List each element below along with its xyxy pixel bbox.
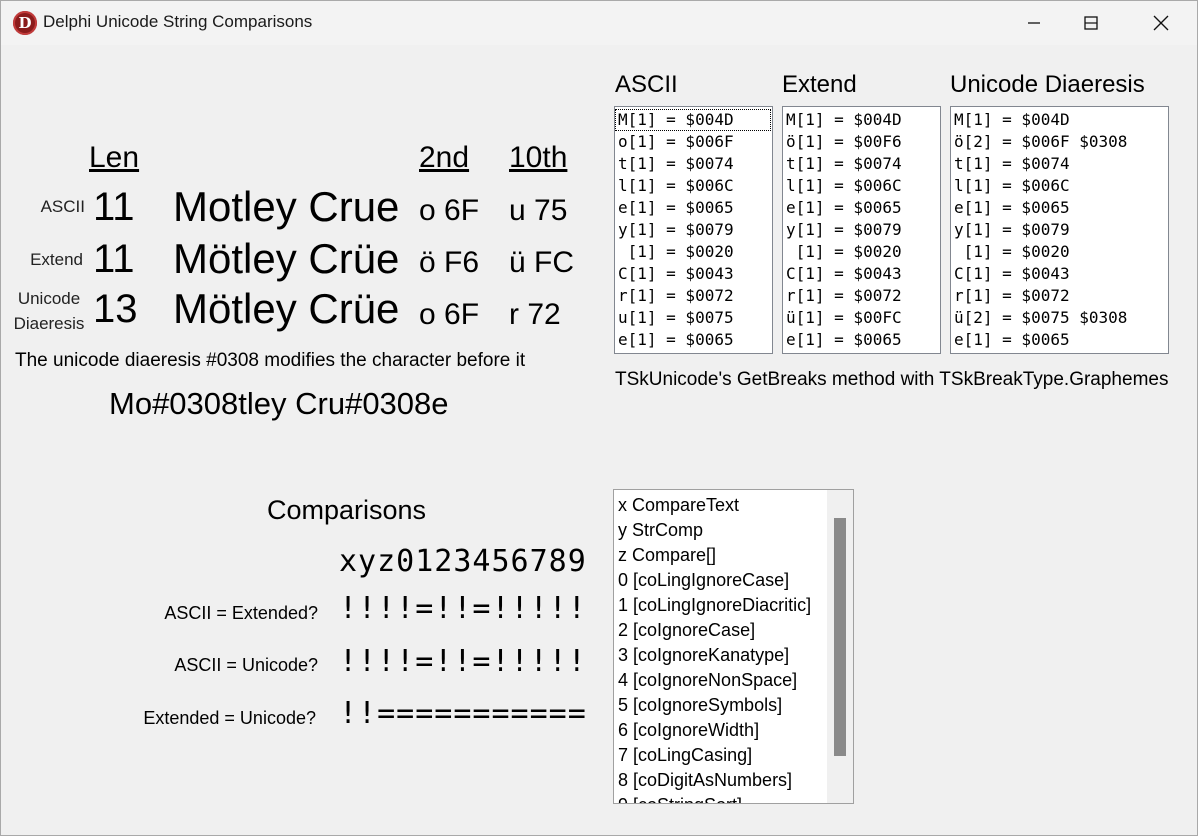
unicode-list-title: Unicode Diaeresis (950, 71, 1145, 98)
second-unicode: o 6F (419, 298, 480, 331)
cmp-label-ascii-extended: ASCII = Extended? (164, 603, 318, 623)
list-item[interactable]: l[1] = $006C (783, 175, 940, 197)
list-item[interactable]: t[1] = $0074 (783, 153, 940, 175)
header-len: Len (89, 141, 140, 174)
list-item[interactable]: e[1] = $0065 (615, 329, 772, 351)
list-item[interactable]: [1] = $0020 (615, 241, 772, 263)
list-item[interactable]: M[1] = $004D (783, 109, 940, 131)
cmp-label-extended-unicode: Extended = Unicode? (143, 708, 316, 728)
list-item[interactable]: C[1] = $0043 (951, 263, 1168, 285)
comparison-legend-listbox[interactable]: x CompareText y StrComp z Compare[] 0 [c… (613, 489, 854, 804)
maximize-icon (1084, 16, 1098, 30)
legend-item[interactable]: z Compare[] (614, 543, 853, 568)
tenth-unicode: r 72 (509, 298, 561, 331)
unicode-listbox[interactable]: M[1] = $004D ö[2] = $006F $0308 t[1] = $… (950, 106, 1169, 354)
extend-list-title: Extend (782, 71, 857, 98)
list-item[interactable]: y[1] = $0079 (783, 219, 940, 241)
legend-item[interactable]: 1 [coLingIgnoreDiacritic] (614, 593, 853, 618)
legend-item[interactable]: 8 [coDigitAsNumbers] (614, 768, 853, 793)
extend-listbox[interactable]: M[1] = $004D ö[1] = $00F6 t[1] = $0074 l… (782, 106, 941, 354)
list-item[interactable]: t[1] = $0074 (615, 153, 772, 175)
len-unicode: 13 (93, 287, 138, 331)
tenth-ascii: u 75 (509, 194, 568, 227)
list-item[interactable]: y[1] = $0079 (951, 219, 1168, 241)
delphi-logo-icon: D (13, 11, 37, 35)
list-item[interactable]: e[1] = $0065 (951, 197, 1168, 219)
scrollbar-thumb[interactable] (834, 518, 846, 756)
list-item[interactable]: u[1] = $0075 (615, 307, 772, 329)
legend-item[interactable]: 4 [coIgnoreNonSpace] (614, 668, 853, 693)
text-unicode: Mötley Crüe (173, 285, 400, 332)
list-item[interactable]: [1] = $0020 (951, 241, 1168, 263)
legend-item[interactable]: 0 [coLingIgnoreCase] (614, 568, 853, 593)
cmp-value-ascii-unicode: !!!!=!!=!!!!! (339, 644, 587, 679)
combined-string: Mo#0308tley Cru#0308e (109, 386, 449, 421)
second-extend: ö F6 (419, 246, 480, 279)
list-item[interactable]: o[1] = $006F (615, 131, 772, 153)
len-extend: 11 (93, 237, 135, 281)
legend-item[interactable]: 7 [coLingCasing] (614, 743, 853, 768)
cmp-value-extended-unicode: !!=========== (339, 696, 587, 731)
list-item[interactable]: y[1] = $0079 (615, 219, 772, 241)
second-ascii: o 6F (419, 194, 480, 227)
list-item[interactable]: ö[1] = $00F6 (783, 131, 940, 153)
row-label-unicode-line1: Unicode (17, 289, 81, 308)
header-2nd: 2nd (419, 141, 470, 174)
graphemes-note: TSkUnicode's GetBreaks method with TSkBr… (615, 369, 1169, 390)
list-item[interactable]: M[1] = $004D (615, 109, 771, 131)
list-item[interactable]: e[1] = $0065 (783, 329, 940, 351)
legend-item[interactable]: 3 [coIgnoreKanatype] (614, 643, 853, 668)
row-label-extend: Extend (30, 250, 83, 269)
tenth-extend: ü FC (509, 246, 575, 279)
legend-item[interactable]: 9 [coStringSort] (614, 793, 853, 803)
legend-item[interactable]: y StrComp (614, 518, 853, 543)
legend-scrollbar[interactable] (827, 490, 853, 803)
list-item[interactable]: t[1] = $0074 (951, 153, 1168, 175)
list-item[interactable]: ö[2] = $006F $0308 (951, 131, 1168, 153)
legend-item[interactable]: 6 [coIgnoreWidth] (614, 718, 853, 743)
window-title: Delphi Unicode String Comparisons (43, 12, 313, 31)
legend-item[interactable]: x CompareText (614, 493, 853, 518)
list-item[interactable]: e[1] = $0065 (951, 329, 1168, 351)
legend-item[interactable]: 5 [coIgnoreSymbols] (614, 693, 853, 718)
text-extend: Mötley Crüe (173, 235, 400, 282)
list-item[interactable]: r[1] = $0072 (951, 285, 1168, 307)
row-label-unicode-line2: Diaeresis (13, 314, 85, 333)
list-item[interactable]: [1] = $0020 (783, 241, 940, 263)
list-item[interactable]: ü[1] = $00FC (783, 307, 940, 329)
minimize-icon (1028, 22, 1040, 24)
text-ascii: Motley Crue (173, 183, 400, 230)
maximize-button[interactable] (1056, 1, 1126, 45)
list-item[interactable]: e[1] = $0065 (783, 197, 940, 219)
comparisons-title: Comparisons (267, 495, 427, 525)
close-button[interactable] (1126, 1, 1196, 45)
list-item[interactable]: ü[2] = $0075 $0308 (951, 307, 1168, 329)
list-item[interactable]: C[1] = $0043 (783, 263, 940, 285)
diaeresis-note: The unicode diaeresis #0308 modifies the… (15, 350, 526, 371)
row-label-ascii: ASCII (40, 197, 85, 216)
main-window: D Delphi Unicode String Comparisons Len … (0, 0, 1198, 836)
list-item[interactable]: l[1] = $006C (951, 175, 1168, 197)
header-10th: 10th (509, 141, 568, 174)
list-item[interactable]: C[1] = $0043 (615, 263, 772, 285)
legend-item[interactable]: 2 [coIgnoreCase] (614, 618, 853, 643)
list-item[interactable]: e[1] = $0065 (615, 197, 772, 219)
list-item[interactable]: r[1] = $0072 (615, 285, 772, 307)
list-item[interactable]: M[1] = $004D (951, 109, 1168, 131)
comparisons-header: xyz0123456789 (339, 544, 587, 579)
ascii-listbox[interactable]: M[1] = $004D o[1] = $006F t[1] = $0074 l… (614, 106, 773, 354)
ascii-list-title: ASCII (615, 71, 678, 98)
list-item[interactable]: r[1] = $0072 (783, 285, 940, 307)
cmp-value-ascii-extended: !!!!=!!=!!!!! (339, 591, 587, 626)
close-icon (1153, 15, 1169, 31)
len-ascii: 11 (93, 185, 135, 229)
cmp-label-ascii-unicode: ASCII = Unicode? (174, 655, 318, 675)
list-item[interactable]: l[1] = $006C (615, 175, 772, 197)
